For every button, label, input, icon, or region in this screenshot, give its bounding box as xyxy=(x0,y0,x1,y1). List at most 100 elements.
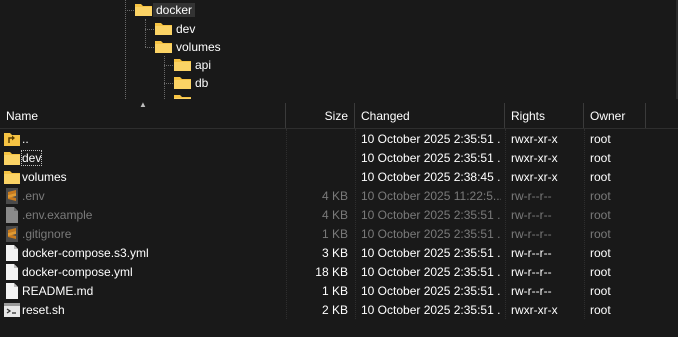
file-size: 3 KB xyxy=(321,245,348,260)
table-row[interactable]: docker-compose.s3.yml 3 KB 10 October 20… xyxy=(0,243,678,262)
sublime-file-icon xyxy=(4,225,20,242)
file-changed: 10 October 2025 2:35:51 ... xyxy=(361,150,501,165)
file-rights: rwxr-xr-x xyxy=(511,131,558,146)
column-header-label: Rights xyxy=(511,108,546,123)
column-separator xyxy=(286,129,287,319)
file-rights: rwxr-xr-x xyxy=(511,302,558,317)
file-name: reset.sh xyxy=(22,302,65,317)
file-rights: rw-r--r-- xyxy=(511,245,552,260)
file-name: README.md xyxy=(22,283,94,298)
folder-icon xyxy=(135,2,152,19)
folder-icon xyxy=(155,21,172,38)
column-header-label: Owner xyxy=(590,108,626,123)
column-header-rights[interactable]: Rights xyxy=(505,103,584,128)
tree-guide-line xyxy=(145,29,154,30)
file-list-header: ▲ Name Size Changed Rights Owner xyxy=(0,101,678,129)
tree-node-label: api xyxy=(195,58,212,72)
folder-icon xyxy=(155,39,172,56)
file-size: 4 KB xyxy=(321,207,348,222)
file-owner: root xyxy=(590,188,611,203)
table-row[interactable]: volumes 10 October 2025 2:38:45 ... rwxr… xyxy=(0,167,678,186)
column-separator xyxy=(505,129,506,319)
file-owner: root xyxy=(590,207,611,222)
tree-guide-line xyxy=(145,19,146,47)
file-icon xyxy=(4,263,20,280)
file-owner: root xyxy=(590,150,611,165)
tree-guide-line xyxy=(125,0,126,99)
file-size xyxy=(286,148,348,167)
file-owner: root xyxy=(590,264,611,279)
tree-node-partial[interactable] xyxy=(174,92,195,99)
table-row[interactable]: reset.sh 2 KB 10 October 2025 2:35:51 ..… xyxy=(0,300,678,319)
table-row[interactable]: docker-compose.yml 18 KB 10 October 2025… xyxy=(0,262,678,281)
file-changed: 10 October 2025 2:35:51 ... xyxy=(361,302,501,317)
column-header-changed[interactable]: Changed xyxy=(355,103,505,128)
column-separator xyxy=(355,129,356,319)
file-rights: rw-r--r-- xyxy=(511,188,552,203)
tree-node-db[interactable]: db xyxy=(174,74,208,92)
tree-node-label: db xyxy=(195,76,209,90)
file-icon xyxy=(4,244,20,261)
column-header-size[interactable]: Size xyxy=(286,103,355,128)
file-name: docker-compose.yml xyxy=(22,264,133,279)
tree-guide-line xyxy=(164,83,173,84)
file-owner: root xyxy=(590,283,611,298)
column-header-label: Name xyxy=(6,108,39,123)
file-changed: 10 October 2025 2:35:51 ... xyxy=(361,226,501,241)
file-changed: 10 October 2025 11:22:5... xyxy=(361,188,501,203)
tree-node-dev[interactable]: dev xyxy=(155,20,195,38)
tree-guide-line xyxy=(145,47,154,48)
directory-tree[interactable]: docker dev volumes api db xyxy=(0,0,678,99)
tree-node-docker[interactable]: docker xyxy=(135,1,196,19)
file-changed: 10 October 2025 2:35:51 ... xyxy=(361,245,501,260)
file-size xyxy=(286,129,348,148)
file-changed: 10 October 2025 2:35:51 ... xyxy=(361,264,501,279)
file-name: .. xyxy=(22,131,29,146)
file-changed: 10 October 2025 2:35:51 ... xyxy=(361,283,501,298)
folder-icon xyxy=(4,150,20,166)
file-name: .env.example xyxy=(22,207,93,222)
column-header-owner[interactable]: Owner xyxy=(584,103,646,128)
file-size: 1 KB xyxy=(321,283,348,298)
tree-node-volumes[interactable]: volumes xyxy=(155,38,221,56)
folder-icon xyxy=(4,169,20,185)
table-row[interactable]: .gitignore 1 KB 10 October 2025 2:35:51 … xyxy=(0,224,678,243)
pane-splitter[interactable] xyxy=(0,99,678,102)
tree-guide-line xyxy=(164,56,165,99)
file-rights: rwxr-xr-x xyxy=(511,150,558,165)
file-name: volumes xyxy=(22,169,67,184)
file-rights: rw-r--r-- xyxy=(511,283,552,298)
column-separator xyxy=(584,129,585,319)
file-owner: root xyxy=(590,302,611,317)
table-row[interactable]: .env.example 4 KB 10 October 2025 2:35:5… xyxy=(0,205,678,224)
table-row[interactable]: README.md 1 KB 10 October 2025 2:35:51 .… xyxy=(0,281,678,300)
column-header-name[interactable]: Name xyxy=(0,103,286,128)
file-rights: rw-r--r-- xyxy=(511,264,552,279)
column-header-label: Changed xyxy=(361,108,410,123)
file-owner: root xyxy=(590,245,611,260)
folder-up-icon xyxy=(4,131,20,147)
tree-node-label: volumes xyxy=(176,40,221,54)
file-owner: root xyxy=(590,131,611,146)
tree-guide-line xyxy=(164,65,173,66)
file-size: 18 KB xyxy=(315,264,348,279)
table-row[interactable]: dev 10 October 2025 2:35:51 ... rwxr-xr-… xyxy=(0,148,678,167)
file-owner: root xyxy=(590,169,611,184)
file-list[interactable]: .. 10 October 2025 2:35:51 ... rwxr-xr-x… xyxy=(0,129,678,319)
tree-node-api[interactable]: api xyxy=(174,56,211,74)
folder-icon xyxy=(174,57,191,74)
file-owner: root xyxy=(590,226,611,241)
tree-guide-line xyxy=(125,10,134,11)
file-name: dev xyxy=(20,149,43,166)
table-row[interactable]: .. 10 October 2025 2:35:51 ... rwxr-xr-x… xyxy=(0,129,678,148)
tree-node-label: docker xyxy=(153,3,196,17)
file-changed: 10 October 2025 2:38:45 ... xyxy=(361,169,501,184)
file-icon xyxy=(4,282,20,299)
file-icon xyxy=(4,206,20,223)
file-rights: rwxr-xr-x xyxy=(511,169,558,184)
script-file-icon xyxy=(4,302,20,318)
file-rights: rw-r--r-- xyxy=(511,207,552,222)
table-row[interactable]: .env 4 KB 10 October 2025 11:22:5... rw-… xyxy=(0,186,678,205)
file-size: 4 KB xyxy=(321,188,348,203)
file-name: .gitignore xyxy=(22,226,72,241)
